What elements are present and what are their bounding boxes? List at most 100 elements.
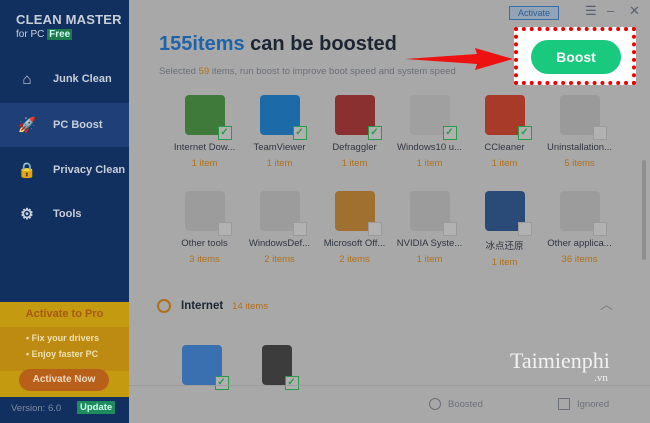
- startup-item[interactable]: ✓ Internet Dow... 1 item: [167, 95, 242, 169]
- sidebar-item-privacy-clean[interactable]: 🔒 Privacy Clean: [0, 148, 129, 192]
- startup-item[interactable]: ✓ Defraggler 1 item: [317, 95, 392, 169]
- startup-item[interactable]: Microsoft Off... 2 items: [317, 191, 392, 265]
- startup-item[interactable]: Other tools 3 items: [167, 191, 242, 265]
- startup-item[interactable]: ✓ CCleaner 1 item: [467, 95, 542, 169]
- startup-item[interactable]: Other applica... 36 items: [542, 191, 617, 265]
- sidebar-item-tools[interactable]: ⚙ Tools: [0, 192, 129, 236]
- item-name: 冰点还原: [485, 241, 524, 252]
- scrollbar[interactable]: [642, 160, 646, 260]
- title-text: can be boosted: [244, 33, 397, 55]
- checkbox[interactable]: ✓: [292, 126, 307, 140]
- promo-point: • Enjoy faster PC: [26, 349, 99, 359]
- update-button[interactable]: Update: [77, 401, 116, 414]
- boost-highlight: Boost: [514, 27, 636, 85]
- app-icon: ✓: [409, 95, 457, 140]
- page-title: 155items can be boosted: [159, 33, 397, 56]
- version-label: Version: 6.0: [11, 403, 62, 414]
- checkbox[interactable]: ✓: [214, 376, 229, 390]
- sidebar-item-label: PC Boost: [53, 119, 103, 131]
- app-sub: for PC: [16, 29, 45, 40]
- checkbox[interactable]: ✓: [442, 126, 457, 140]
- item-count: 1 item: [266, 158, 293, 169]
- startup-item[interactable]: Uninstallation... 5 items: [542, 95, 617, 169]
- app-icon: [409, 191, 457, 236]
- checkbox[interactable]: ✓: [217, 126, 232, 140]
- clock-icon: [429, 398, 441, 410]
- item-count: 1 item: [416, 254, 443, 265]
- app-icon: ✓: [334, 95, 382, 140]
- boost-count: 155items: [159, 33, 245, 55]
- startup-item[interactable]: ✓ Windows10 u... 1 item: [392, 95, 467, 169]
- sidebar-item-pc-boost[interactable]: 🚀 PC Boost: [0, 103, 129, 147]
- arrow-annotation: [405, 48, 513, 70]
- menu-icon[interactable]: ☰: [585, 3, 597, 19]
- item-name: Uninstallation...: [547, 142, 612, 153]
- internet-item[interactable]: ✓: [164, 345, 239, 390]
- selected-count: 59: [198, 66, 210, 77]
- sidebar-item-label: Privacy Clean: [53, 164, 126, 176]
- app-icon: ✓: [184, 95, 232, 140]
- lock-icon: 🔒: [17, 162, 37, 179]
- close-icon[interactable]: ✕: [629, 3, 640, 19]
- app-icon: [484, 191, 532, 236]
- checkbox[interactable]: ✓: [367, 126, 382, 140]
- promo-point: • Fix your drivers: [26, 333, 100, 343]
- checkbox[interactable]: [592, 126, 607, 140]
- activate-now-button[interactable]: Activate Now: [19, 369, 109, 391]
- document-icon: [558, 398, 570, 410]
- edition-badge: Free: [47, 29, 73, 40]
- sidebar-item-junk-clean[interactable]: ⌂ Junk Clean: [0, 57, 129, 101]
- item-count: 36 items: [561, 254, 598, 265]
- checkbox[interactable]: ✓: [284, 376, 299, 390]
- startup-item[interactable]: NVIDIA Syste... 1 item: [392, 191, 467, 265]
- app-icon: ✓: [484, 95, 532, 140]
- sidebar: CLEAN MASTER for PC Free ⌂ Junk Clean 🚀 PC…: [0, 0, 129, 423]
- app-logo: CLEAN MASTER for PC Free: [16, 12, 122, 40]
- item-count: 1 item: [491, 257, 518, 268]
- internet-icon: [157, 299, 171, 313]
- item-count: 3 items: [189, 254, 220, 265]
- checkbox[interactable]: ✓: [517, 126, 532, 140]
- activate-button[interactable]: Activate: [509, 6, 559, 20]
- item-name: NVIDIA Syste...: [396, 238, 463, 249]
- item-name: WindowsDef...: [248, 238, 311, 249]
- checkbox[interactable]: [217, 222, 232, 236]
- item-name: TeamViewer: [253, 142, 306, 153]
- app-icon: ✓: [261, 345, 299, 390]
- item-name: Defraggler: [332, 142, 377, 153]
- rocket-icon: 🚀: [17, 117, 37, 134]
- divider: [129, 385, 650, 386]
- item-count: 5 items: [564, 158, 595, 169]
- item-name: Other applica...: [547, 238, 612, 249]
- broom-icon: ⌂: [22, 70, 32, 88]
- pro-promo: Activate to Pro • Fix your drivers • Enjo…: [0, 302, 129, 397]
- startup-item[interactable]: 冰点还原 1 item: [467, 191, 542, 268]
- checkbox[interactable]: [517, 222, 532, 236]
- app-icon: [559, 95, 607, 140]
- boosted-link[interactable]: Boosted: [429, 398, 483, 410]
- checkbox[interactable]: [592, 222, 607, 236]
- item-name: Internet Dow...: [173, 142, 236, 153]
- section-count: 14 items: [232, 300, 269, 312]
- chevron-up-icon[interactable]: ︿: [600, 294, 613, 313]
- app-name: CLEAN MASTER: [16, 12, 122, 27]
- item-count: 2 items: [264, 254, 295, 265]
- sub-text: Selected: [159, 66, 199, 77]
- ignored-link[interactable]: Ignored: [558, 398, 609, 410]
- app-icon: [259, 191, 307, 236]
- checkbox[interactable]: [367, 222, 382, 236]
- item-name: Other tools: [181, 238, 228, 249]
- app-icon: [559, 191, 607, 236]
- checkbox[interactable]: [292, 222, 307, 236]
- internet-item[interactable]: ✓: [239, 345, 314, 390]
- boost-button[interactable]: Boost: [531, 40, 621, 74]
- item-name: CCleaner: [484, 142, 525, 153]
- startup-item[interactable]: WindowsDef... 2 items: [242, 191, 317, 265]
- startup-item[interactable]: ✓ TeamViewer 1 item: [242, 95, 317, 169]
- item-count: 2 items: [339, 254, 370, 265]
- sidebar-item-label: Tools: [53, 208, 82, 220]
- checkbox[interactable]: [442, 222, 457, 236]
- minimize-icon[interactable]: –: [607, 3, 614, 18]
- internet-section-header[interactable]: Internet 14 items: [157, 299, 268, 313]
- item-count: 1 item: [491, 158, 518, 169]
